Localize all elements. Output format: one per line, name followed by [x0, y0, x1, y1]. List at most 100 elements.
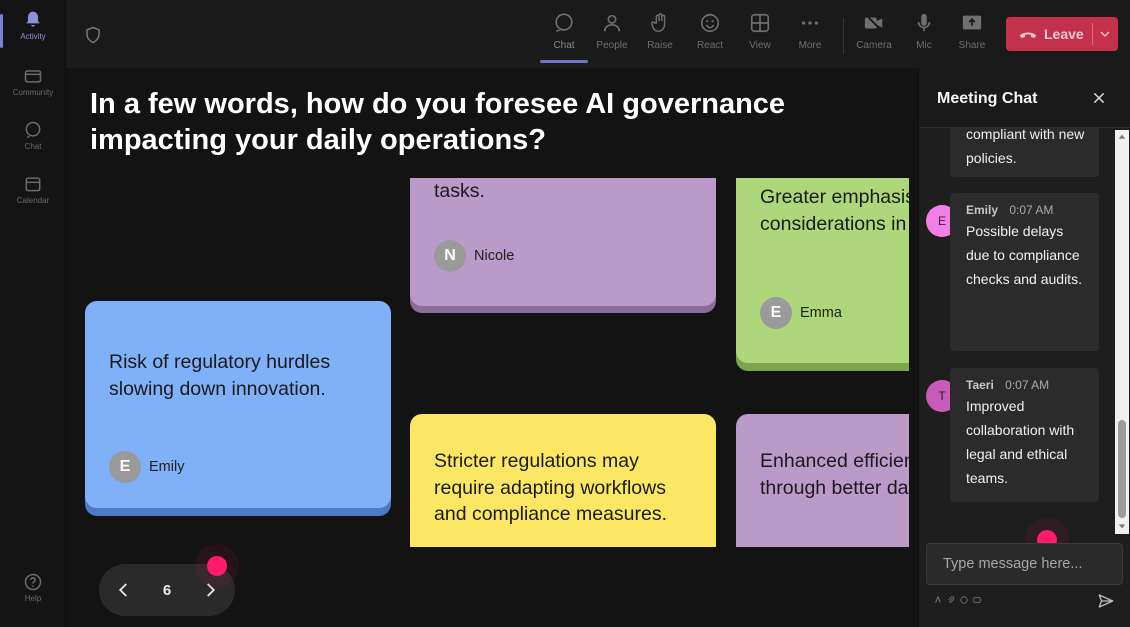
app-rail: Activity Community Chat Calendar Help	[0, 0, 66, 627]
meeting-toolbar: Chat People Raise React View More Camera…	[66, 0, 1130, 68]
author-name: Nicole	[474, 247, 515, 264]
chat-message: Emily 0:07 AM Possible delays due to com…	[950, 193, 1099, 351]
avatar-initial: E	[937, 214, 946, 228]
format-toolbar	[934, 596, 981, 604]
chevron-right-icon[interactable]	[201, 581, 219, 599]
rail-label: Calendar	[16, 196, 50, 205]
rail-item-activity[interactable]: Activity	[0, 10, 66, 48]
toolbar-divider	[843, 18, 844, 54]
chevron-down-icon[interactable]	[1097, 26, 1113, 42]
avatar: E	[109, 451, 141, 483]
message-meta: Taeri 0:07 AM	[966, 378, 1089, 392]
chat-message-input[interactable]	[926, 543, 1123, 585]
response-card[interactable]: Risk of regulatory hurdles slowing down …	[85, 301, 391, 508]
emoji-icon[interactable]	[960, 596, 968, 604]
leave-divider	[1092, 23, 1093, 45]
send-icon[interactable]	[1096, 592, 1116, 610]
people-button-label: People	[596, 40, 628, 51]
rail-item-help[interactable]: Help	[0, 572, 66, 603]
people-icon	[603, 14, 621, 32]
view-button[interactable]: View	[736, 10, 784, 62]
format-icon[interactable]	[934, 596, 942, 604]
scrollbar-thumb[interactable]	[1118, 420, 1126, 518]
view-button-label: View	[749, 40, 771, 51]
message-text: compliant with new policies.	[966, 128, 1085, 166]
shield-icon[interactable]	[84, 25, 102, 45]
chat-scrollbar[interactable]	[1115, 130, 1129, 534]
chat-icon	[25, 121, 41, 139]
avatar: E	[760, 297, 792, 329]
chat-button-label: Chat	[553, 40, 575, 51]
message-time: 0:07 AM	[1009, 203, 1054, 217]
rail-item-chat[interactable]: Chat	[0, 120, 66, 151]
message-time: 0:07 AM	[1005, 378, 1050, 392]
share-screen-icon	[962, 15, 982, 30]
sender-name: Taeri	[966, 378, 994, 392]
community-icon	[24, 70, 42, 83]
card-text: Stricter regulations may require adaptin…	[434, 450, 668, 525]
microphone-icon	[917, 13, 931, 32]
chat-messages: compliant with new policies. E Emily 0:0…	[919, 128, 1117, 534]
avatar-initial: T	[938, 389, 946, 403]
mic-button[interactable]: Mic	[900, 10, 948, 62]
share-button-label: Share	[958, 40, 986, 51]
react-button[interactable]: React	[686, 10, 734, 62]
chevron-left-icon[interactable]	[115, 581, 133, 599]
chat-title: Meeting Chat	[937, 90, 1038, 107]
author-name: Emily	[149, 458, 185, 475]
chat-button[interactable]: Chat	[540, 10, 588, 63]
avatar: N	[434, 240, 466, 272]
attach-icon[interactable]	[947, 596, 955, 604]
chat-icon	[555, 13, 573, 33]
card-author: E Emma	[760, 297, 842, 329]
card-text: Risk of regulatory hurdles slowing down …	[109, 351, 331, 400]
response-board: tasks. N Nicole Greater emphasis on ethi…	[66, 178, 909, 547]
more-button-label: More	[798, 40, 822, 51]
share-button[interactable]: Share	[948, 10, 996, 62]
meeting-chat-panel: Meeting Chat compliant with new policies…	[918, 68, 1130, 627]
react-button-label: React	[696, 40, 724, 51]
chat-message: compliant with new policies.	[950, 128, 1099, 177]
card-text: Enhanced efficiency in decision-making t…	[760, 450, 909, 499]
leave-button[interactable]: Leave	[1006, 17, 1118, 51]
close-icon[interactable]	[1091, 90, 1107, 106]
scroll-up-icon[interactable]	[1118, 133, 1126, 141]
scroll-down-icon[interactable]	[1118, 522, 1126, 530]
raise-hand-button[interactable]: Raise	[636, 10, 684, 62]
message-meta: Emily 0:07 AM	[966, 203, 1089, 217]
card-author: E Emily	[109, 451, 184, 483]
leave-button-label: Leave	[1044, 26, 1084, 42]
calendar-icon	[25, 177, 41, 192]
hand-icon	[651, 13, 666, 32]
response-card[interactable]: tasks. N Nicole	[410, 178, 716, 306]
gif-icon[interactable]	[973, 596, 981, 604]
phone-hangup-icon	[1019, 32, 1037, 39]
smiley-icon	[700, 13, 720, 33]
response-card[interactable]: Stricter regulations may require adaptin…	[410, 414, 716, 547]
rail-label: Help	[24, 594, 42, 603]
rail-label: Chat	[24, 142, 42, 151]
more-button[interactable]: More	[786, 10, 834, 62]
card-text: Greater emphasis on ethical consideratio…	[760, 186, 909, 235]
rail-item-community[interactable]: Community	[0, 66, 66, 97]
message-text: Possible delays due to compliance checks…	[966, 223, 1082, 287]
page-number: 6	[162, 581, 172, 599]
card-author: N Nicole	[434, 240, 514, 272]
camera-button[interactable]: Camera	[850, 10, 898, 62]
question-title: In a few words, how do you foresee AI go…	[90, 88, 786, 156]
shared-stage: In a few words, how do you foresee AI go…	[66, 68, 918, 627]
response-card[interactable]: Enhanced efficiency in decision-making t…	[736, 414, 909, 547]
message-text: Improved collaboration with legal and et…	[966, 398, 1075, 486]
response-card[interactable]: Greater emphasis on ethical consideratio…	[736, 178, 909, 363]
ellipsis-icon	[801, 21, 819, 25]
chat-message: Taeri 0:07 AM Improved collaboration wit…	[950, 368, 1099, 502]
cursor-indicator	[207, 556, 227, 576]
people-button[interactable]: People	[588, 10, 636, 62]
raise-hand-button-label: Raise	[647, 40, 673, 51]
bell-icon	[26, 11, 40, 27]
mic-button-label: Mic	[916, 40, 932, 51]
grid-view-icon	[750, 13, 770, 33]
camera-button-label: Camera	[856, 40, 892, 51]
rail-item-calendar[interactable]: Calendar	[0, 174, 66, 205]
camera-off-icon	[864, 14, 883, 32]
